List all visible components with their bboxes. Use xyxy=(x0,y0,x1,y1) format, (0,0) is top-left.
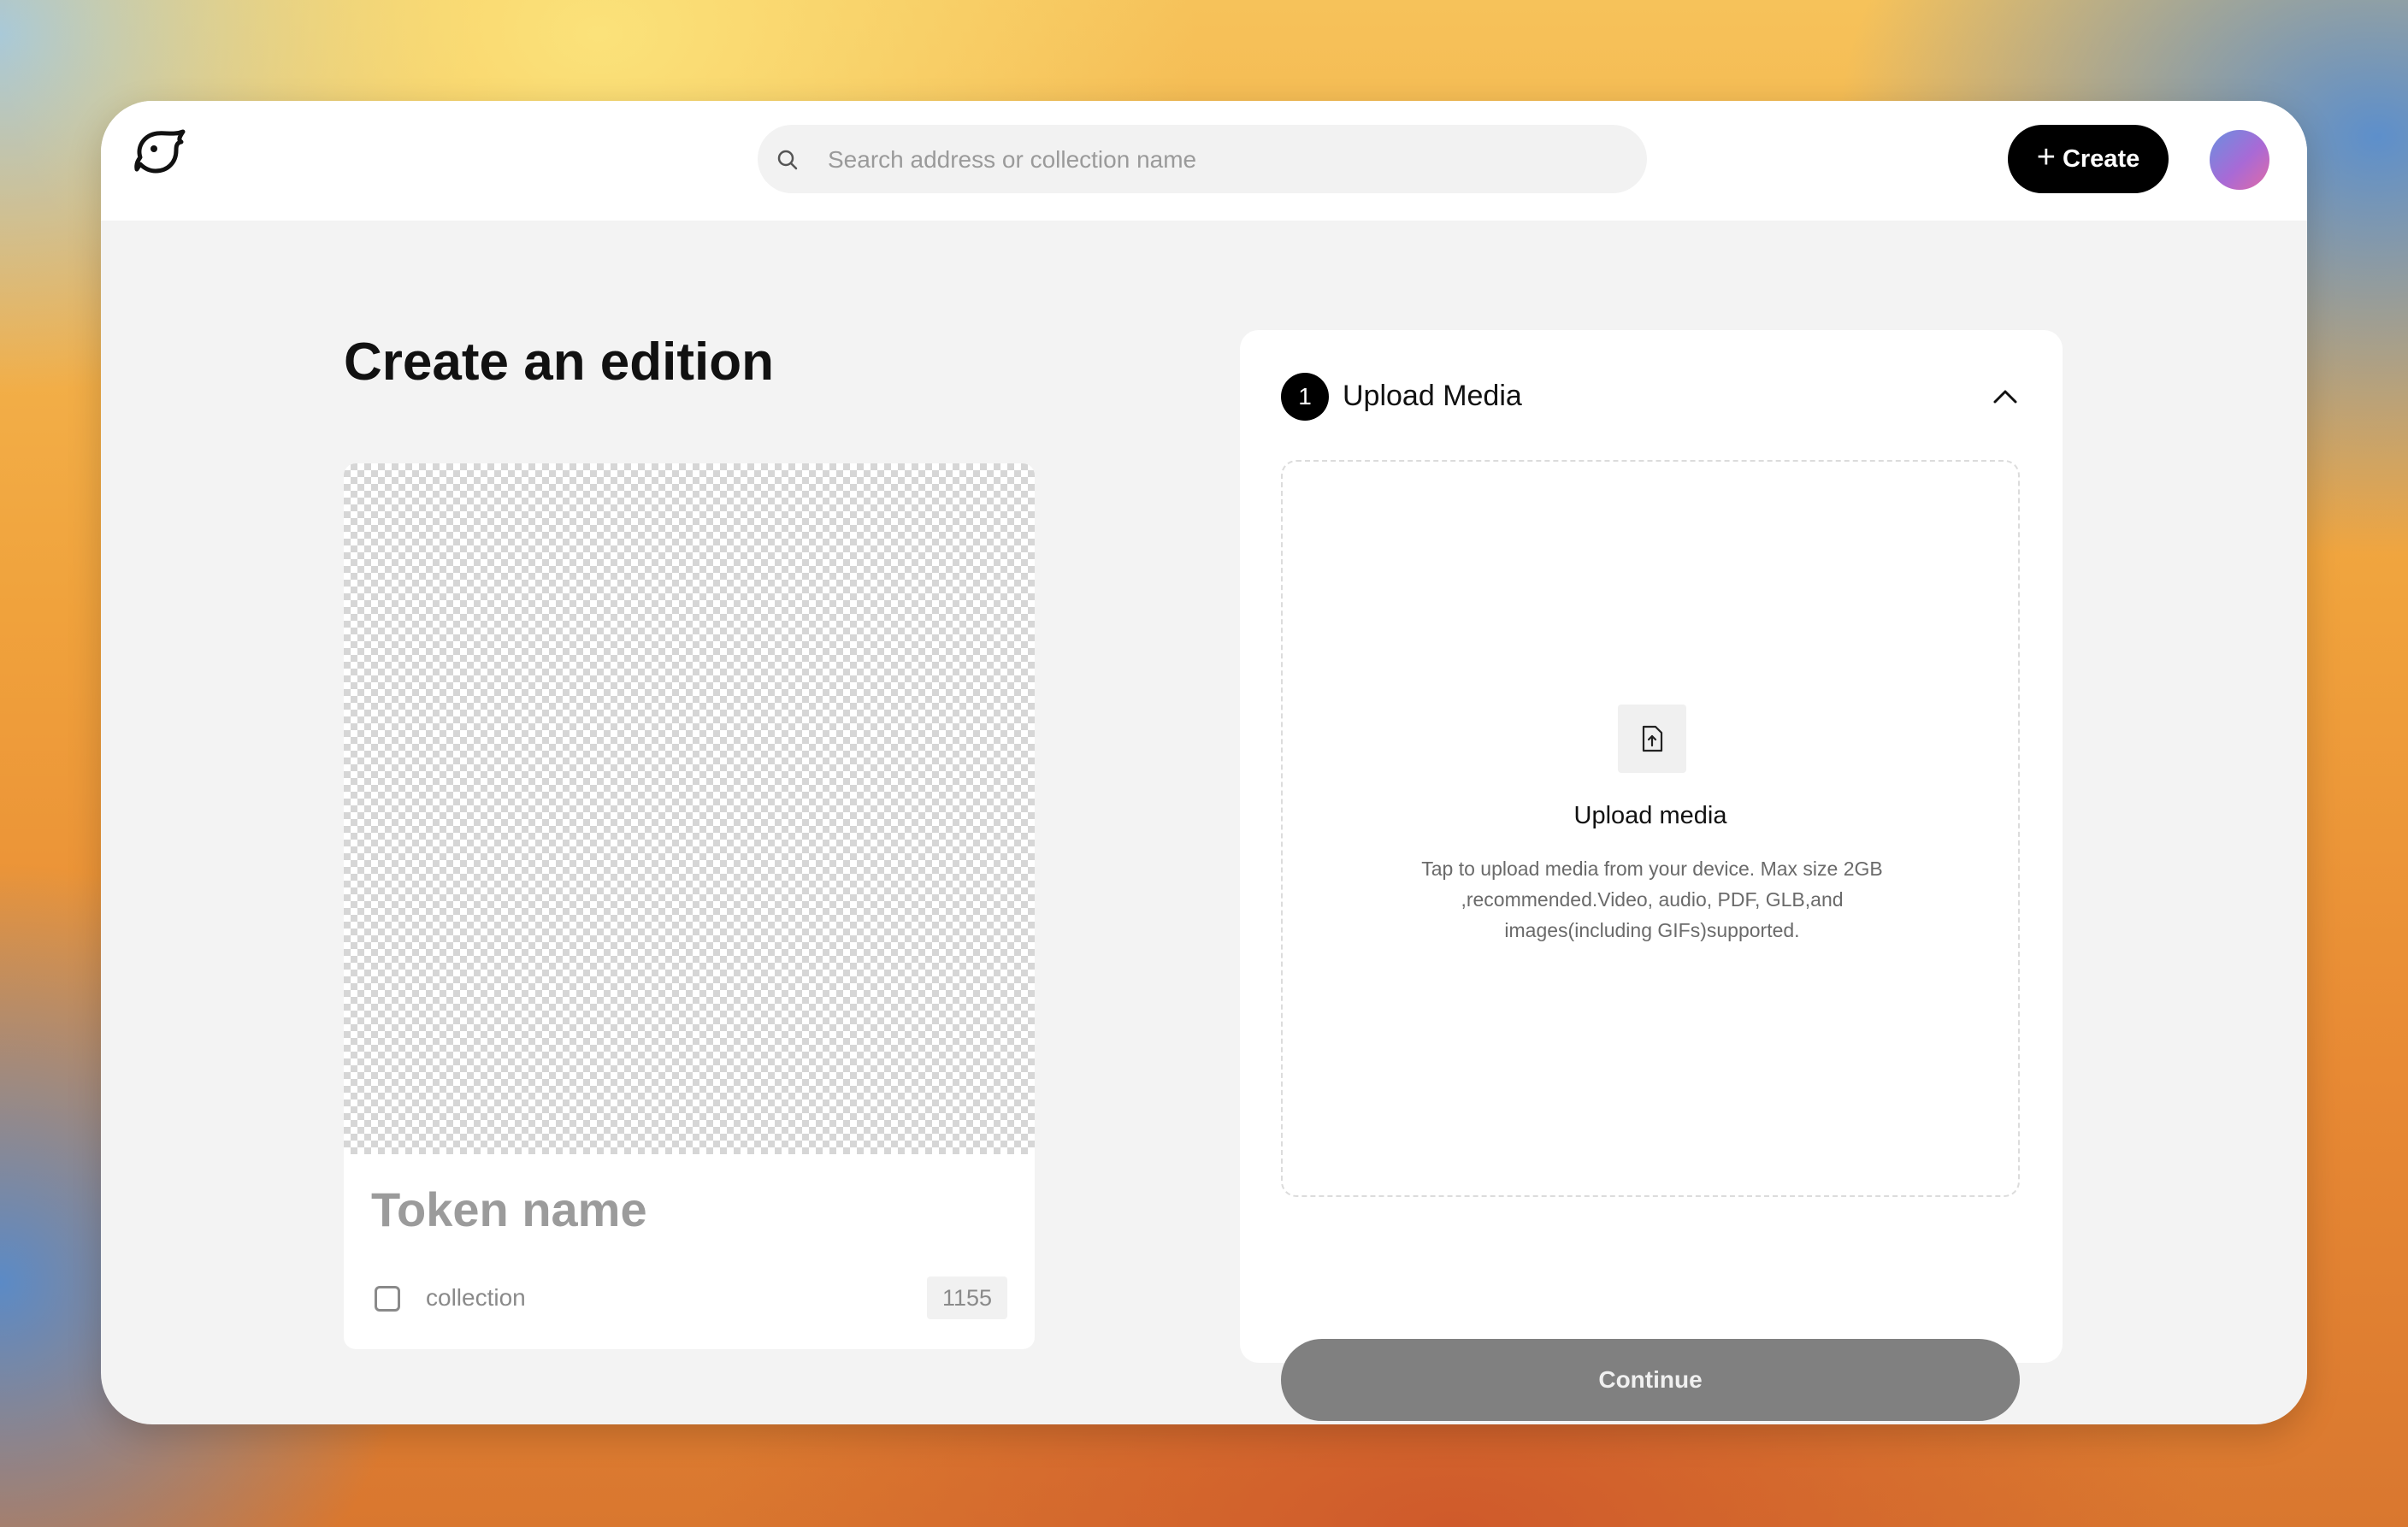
search-icon xyxy=(776,149,799,171)
collection-label: collection xyxy=(426,1284,526,1311)
page-title: Create an edition xyxy=(344,333,774,392)
create-button[interactable]: + Create xyxy=(2008,125,2169,193)
dropzone-description: Tap to upload media from your device. Ma… xyxy=(1421,858,1883,941)
top-bar: + Create xyxy=(101,101,2307,221)
avatar[interactable] xyxy=(2210,130,2269,190)
dropzone-title: Upload media xyxy=(1573,802,1727,829)
token-name: Token name xyxy=(371,1182,647,1236)
token-preview-card: Token name collection 1155 xyxy=(344,463,1035,1349)
chevron-up-icon[interactable] xyxy=(1991,385,2020,409)
app-window: + Create Create an edition Token name co… xyxy=(101,101,2307,1424)
media-preview-placeholder xyxy=(344,463,1035,1154)
bird-logo-icon[interactable] xyxy=(133,125,190,178)
media-dropzone[interactable]: Upload media Tap to upload media from yo… xyxy=(1281,460,2020,1197)
upload-media-panel: 1 Upload Media Upload media Tap to uploa… xyxy=(1240,330,2063,1421)
step-title: Upload Media xyxy=(1343,380,1522,412)
continue-button[interactable]: Continue xyxy=(1281,1339,2020,1421)
token-standard-badge: 1155 xyxy=(927,1276,1007,1319)
collection-checkbox[interactable] xyxy=(375,1286,400,1312)
search-input[interactable] xyxy=(826,125,1616,195)
create-button-label: Create xyxy=(2062,144,2140,173)
file-upload-icon xyxy=(1618,705,1686,773)
plus-icon: + xyxy=(2036,139,2056,175)
search-bar[interactable] xyxy=(758,125,1647,195)
step-number-badge: 1 xyxy=(1281,373,1329,421)
